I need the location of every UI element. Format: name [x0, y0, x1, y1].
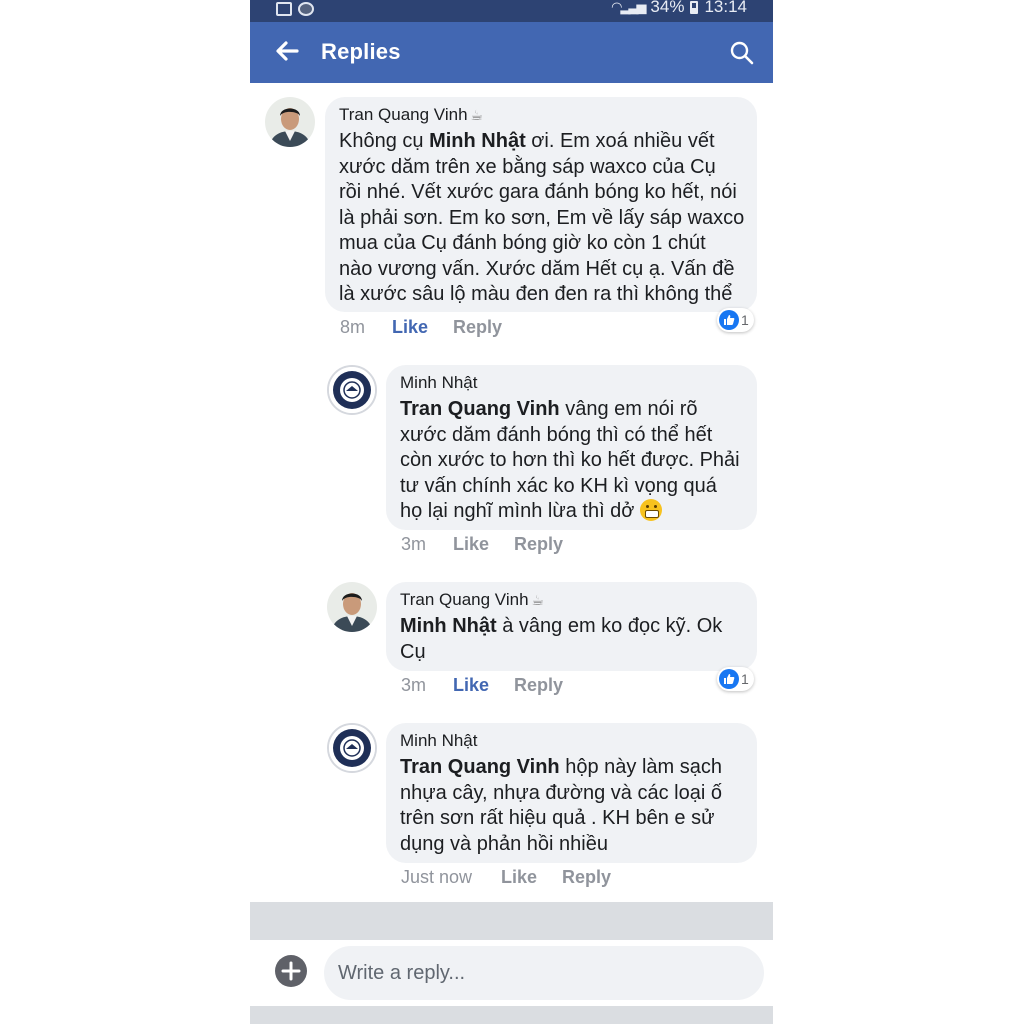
text-line: nào vương vấn. Xước dăm Hết cụ ạ. Vấn đề: [339, 257, 735, 280]
comment-time: 3m: [401, 534, 427, 554]
comment-actions: 3m Like Reply: [401, 534, 563, 555]
like-button[interactable]: Like: [453, 534, 514, 555]
reaction-count[interactable]: 1: [717, 667, 754, 691]
comment-author[interactable]: Tran Quang Vinh ☕: [400, 590, 544, 610]
thumbs-up-icon: [719, 669, 739, 689]
comment-bubble: Tran Quang Vinh ☕ Không cụ Minh Nhật ơi.…: [325, 97, 757, 312]
comment-author[interactable]: Minh Nhật: [400, 731, 477, 751]
avatar[interactable]: [327, 365, 377, 415]
reaction-count[interactable]: 1: [717, 308, 754, 332]
like-button[interactable]: Like: [453, 675, 514, 696]
avatar[interactable]: [327, 723, 377, 773]
status-right: ◠▂▃▅ 34% 13:14: [611, 0, 747, 17]
comment-bubble: Tran Quang Vinh ☕ Minh Nhật à vâng em ko…: [386, 582, 757, 671]
reaction-number: 1: [741, 671, 749, 687]
reply-input[interactable]: [324, 946, 764, 1000]
clock: 13:14: [704, 0, 747, 16]
avatar[interactable]: [327, 582, 377, 632]
divider-band: [250, 902, 773, 940]
reply-button[interactable]: Reply: [453, 317, 502, 338]
author-name[interactable]: Minh Nhật: [400, 731, 477, 751]
mention-link[interactable]: Minh Nhật: [429, 130, 526, 152]
mention-link[interactable]: Tran Quang Vinh: [400, 756, 560, 778]
reply-button[interactable]: Reply: [514, 534, 563, 555]
phone-screen: ◠▂▃▅ 34% 13:14 Replies Tran Quang Vinh ☕…: [250, 0, 773, 1024]
app-notification-icon: [298, 2, 314, 16]
author-name[interactable]: Minh Nhật: [400, 373, 477, 393]
text-line: rồi nhé. Vết xước gara đánh bóng ko hết,…: [339, 181, 737, 203]
text-line: ơi. Em xoá nhiều vết: [525, 130, 715, 152]
text-line: tư vấn chính xác ko KH kì vọng quá: [400, 474, 717, 497]
text-line: vâng em nói rõ: [559, 398, 698, 420]
like-button[interactable]: Like: [392, 317, 453, 338]
text-line: à vâng em ko đọc kỹ. Ok: [496, 615, 723, 637]
wifi-signal-icon: ◠▂▃▅: [611, 0, 646, 14]
text-line: là xước sâu lộ màu đen đen ra thì không …: [339, 283, 733, 305]
author-name[interactable]: Tran Quang Vinh: [339, 105, 468, 125]
comment-time: 8m: [340, 317, 366, 337]
text-line: họ lại nghĩ mình lừa thì dở: [400, 500, 635, 522]
battery-icon: [690, 0, 699, 14]
grinning-emoji-icon: [639, 499, 662, 521]
comment-actions: 3m Like Reply: [401, 675, 563, 696]
comment-author[interactable]: Minh Nhật: [400, 373, 477, 393]
gallery-notification-icon: [276, 2, 292, 16]
coffee-icon: ☕: [470, 106, 484, 123]
like-button[interactable]: Like: [501, 867, 562, 888]
notification-icons: [276, 2, 314, 16]
mention-link[interactable]: Tran Quang Vinh: [400, 398, 560, 420]
text-line: mua của Cụ đánh bóng giờ ko còn 1 chút: [339, 232, 706, 254]
coffee-icon: ☕: [531, 591, 545, 608]
reaction-number: 1: [741, 312, 749, 328]
add-attachment-button[interactable]: [275, 955, 307, 987]
text-line: dụng và phản hồi nhiều: [400, 832, 608, 855]
comment-time: 3m: [401, 675, 427, 695]
comment-author[interactable]: Tran Quang Vinh ☕: [339, 105, 483, 125]
back-arrow-icon[interactable]: [272, 36, 302, 66]
comment-actions: Just now Like Reply: [401, 867, 611, 888]
avatar[interactable]: [265, 97, 315, 147]
comment-text: Không cụ Minh Nhật ơi. Em xoá nhiều vết …: [339, 129, 744, 308]
page-title: Replies: [321, 39, 401, 64]
text-line: Cụ: [400, 640, 426, 663]
comment-text: Tran Quang Vinh hộp này làm sạch nhựa câ…: [400, 755, 722, 857]
battery-percent: 34%: [650, 0, 685, 16]
app-header: Replies: [250, 22, 773, 83]
comment-bubble: Minh Nhật Tran Quang Vinh vâng em nói rõ…: [386, 365, 757, 530]
comment-actions: 8m Like Reply: [340, 317, 502, 338]
author-name[interactable]: Tran Quang Vinh: [400, 590, 529, 610]
reply-button[interactable]: Reply: [514, 675, 563, 696]
mention-link[interactable]: Minh Nhật: [400, 615, 497, 637]
comment-text: Minh Nhật à vâng em ko đọc kỹ. Ok Cụ: [400, 614, 722, 665]
text-line: trên sơn rất hiệu quả . KH bên e sử: [400, 807, 715, 829]
bottom-edge: [250, 1006, 773, 1024]
text-line: là phải sơn. Em ko sơn, Em về lấy sáp wa…: [339, 206, 745, 229]
comment-time: Just now: [401, 867, 473, 887]
plus-icon: [281, 961, 301, 981]
thumbs-up-icon: [719, 310, 739, 330]
search-icon[interactable]: [729, 40, 755, 66]
status-bar: ◠▂▃▅ 34% 13:14: [250, 0, 773, 22]
text-line: hộp này làm sạch: [559, 756, 722, 778]
comment-text: Tran Quang Vinh vâng em nói rõ xước dăm …: [400, 397, 740, 525]
reply-button[interactable]: Reply: [562, 867, 611, 888]
text-line: nhựa cây, nhựa đường và các loại ố: [400, 781, 722, 804]
comment-bubble: Minh Nhật Tran Quang Vinh hộp này làm sạ…: [386, 723, 757, 863]
text-line: xước dăm trên xe bằng sáp waxco của Cụ: [339, 155, 716, 178]
text-line: xước dăm đánh bóng thì có thể hết: [400, 423, 713, 446]
text-line: Không cụ: [339, 130, 430, 152]
text-line: còn xước to hơn thì ko hết được. Phải: [400, 449, 740, 471]
